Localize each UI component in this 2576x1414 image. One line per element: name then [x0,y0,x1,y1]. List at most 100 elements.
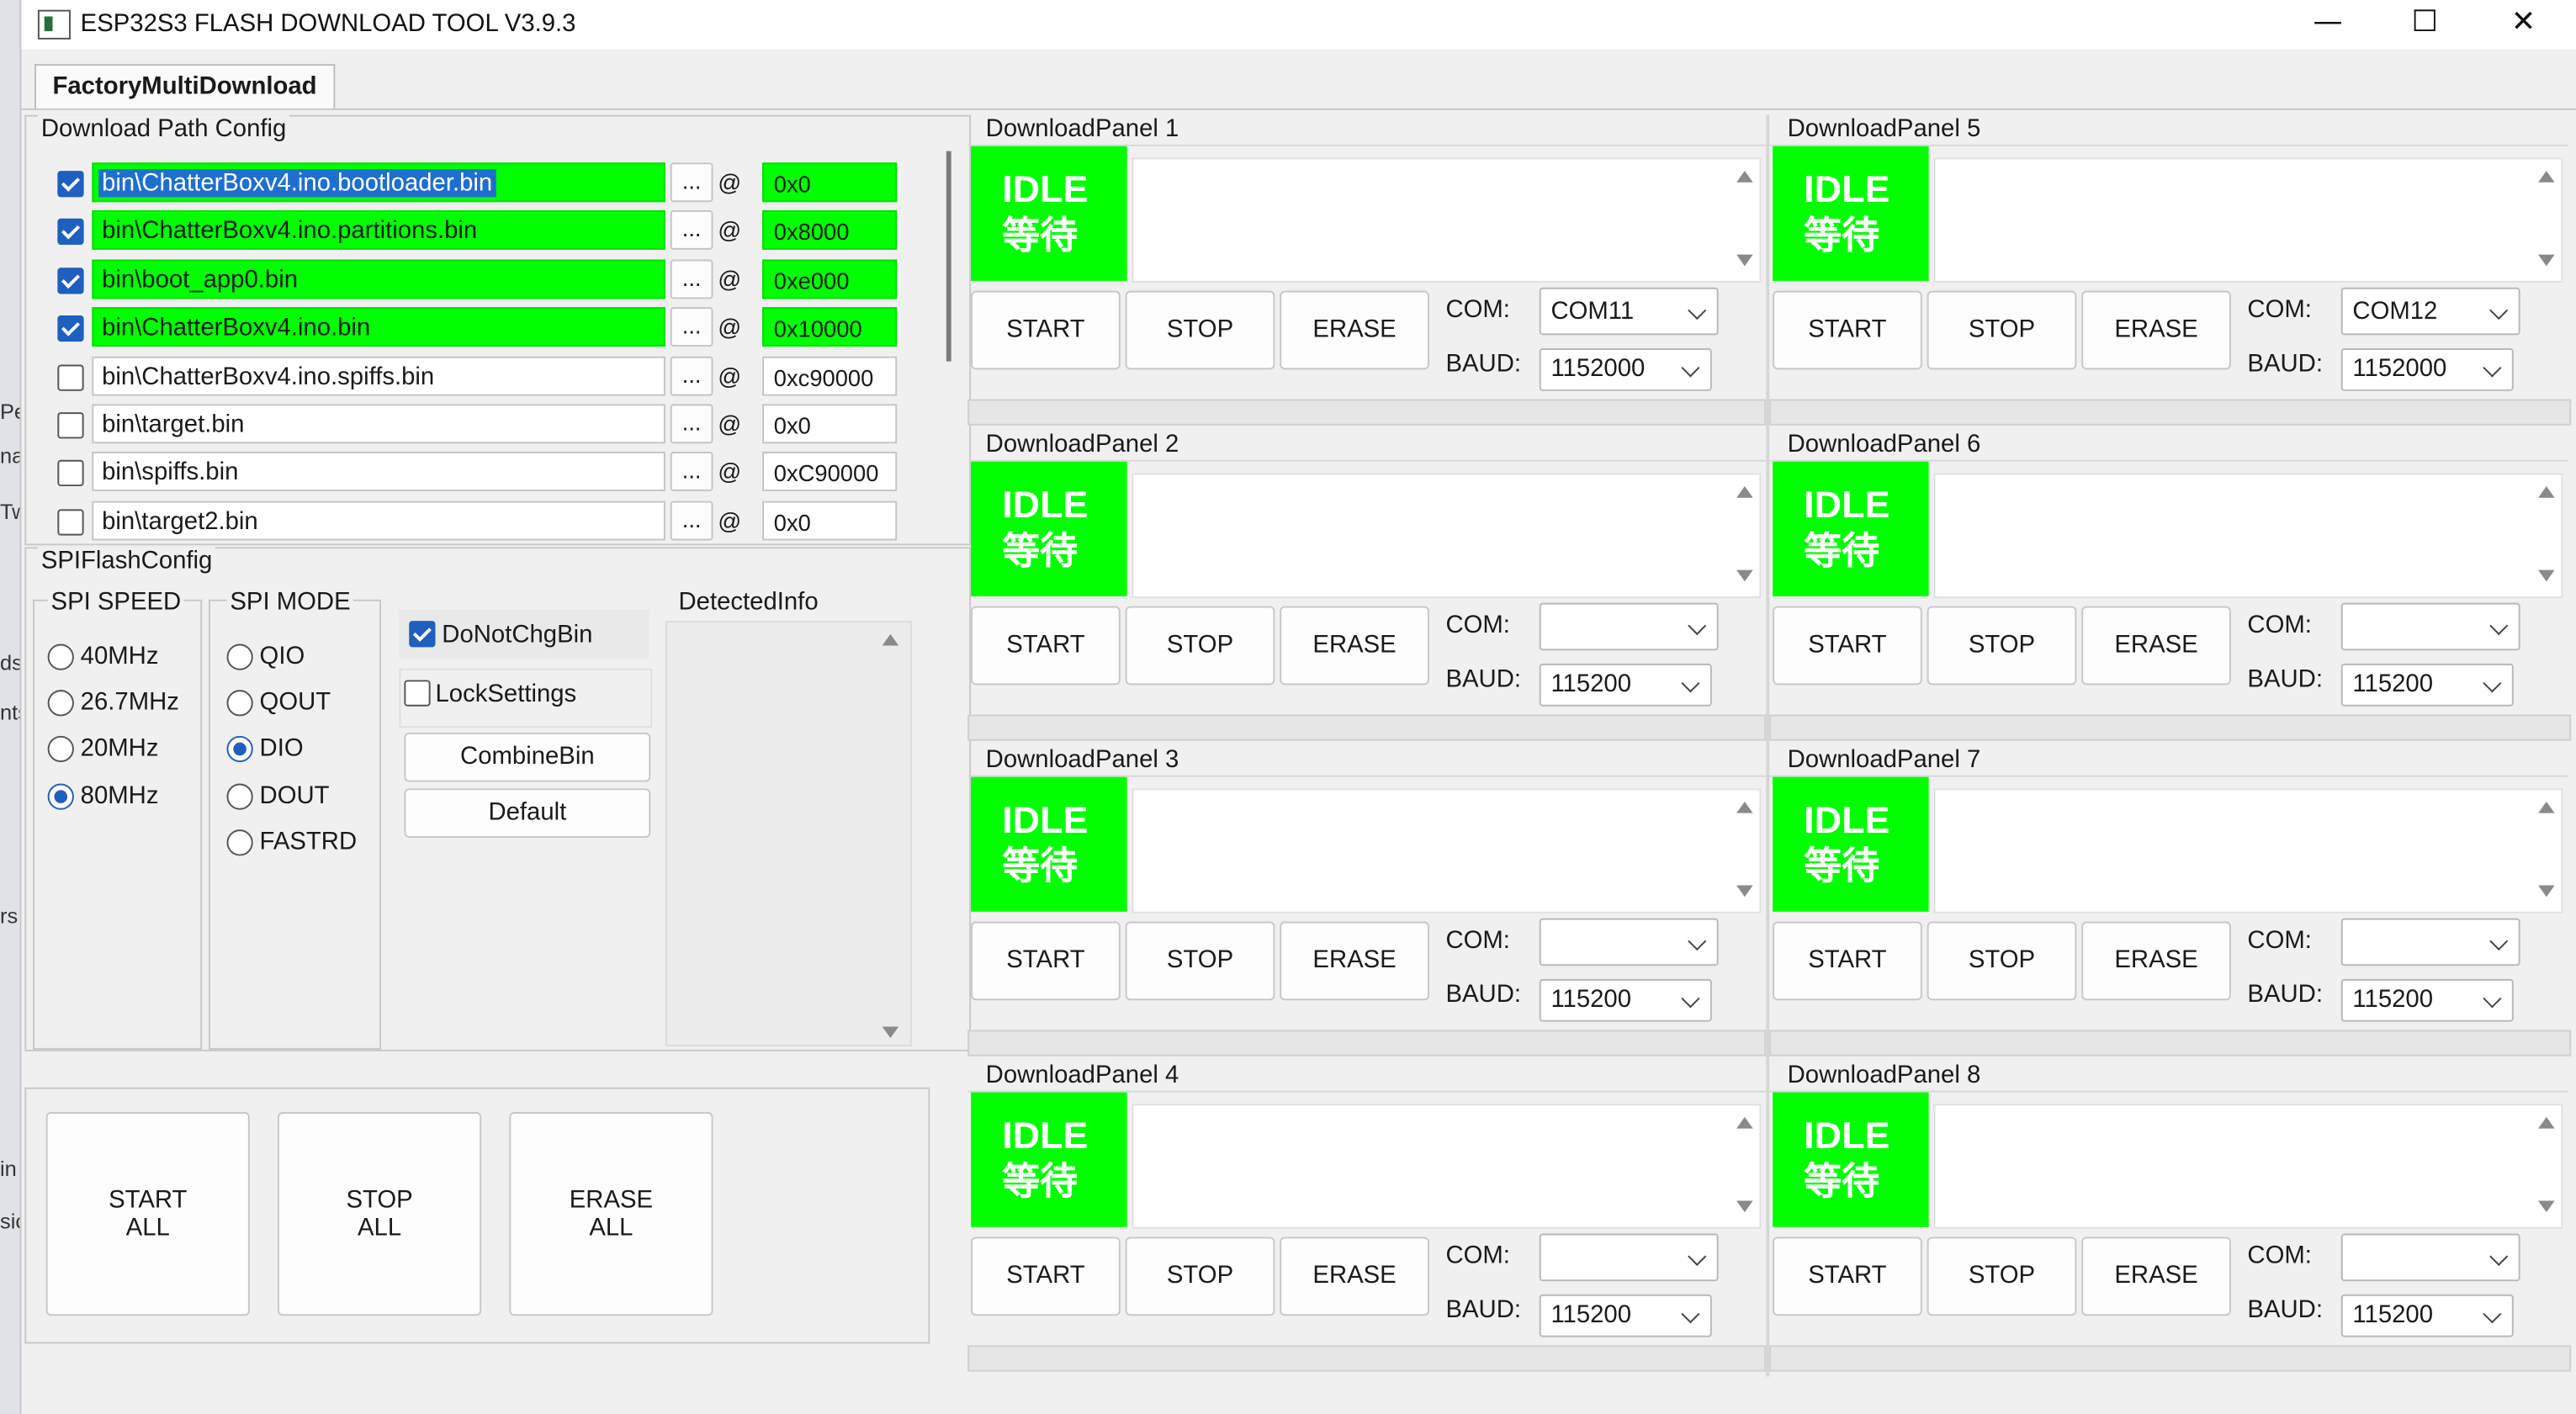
scroll-down-arrow-icon[interactable] [1736,569,1753,582]
panel-erase-button[interactable]: ERASE [1280,921,1429,1001]
baud-rate-select[interactable]: 115200 [2340,978,2514,1022]
address-input[interactable]: 0x8000 [762,210,898,251]
path-row-checkbox[interactable] [57,412,84,439]
start-all-button[interactable]: START ALL [45,1112,250,1316]
baud-rate-select[interactable]: 115200 [1539,1294,1712,1337]
address-input[interactable]: 0xe000 [762,259,898,299]
scroll-up-arrow-icon[interactable] [1736,1116,1753,1129]
path-input[interactable]: bin\ChatterBoxv4.ino.partitions.bin [92,210,665,251]
panel-log-box[interactable] [1933,1104,2563,1229]
panel-stop-button[interactable]: STOP [1125,921,1275,1001]
panel-start-button[interactable]: START [971,606,1121,686]
path-row-checkbox[interactable] [57,363,84,390]
baud-rate-select[interactable]: 115200 [1539,663,1712,707]
panel-start-button[interactable]: START [971,290,1121,370]
tab-factory-multi-download[interactable]: FactoryMultiDownload [34,64,336,110]
scroll-up-arrow-icon[interactable] [2538,171,2555,183]
panel-log-box[interactable] [1132,1104,1762,1229]
panel-erase-button[interactable]: ERASE [1280,606,1429,686]
scroll-up-arrow-icon[interactable] [1736,171,1753,183]
panel-stop-button[interactable]: STOP [1125,1237,1275,1316]
panel-log-scrollbar[interactable] [2535,801,2557,898]
panel-start-button[interactable]: START [1773,290,1922,370]
panel-erase-button[interactable]: ERASE [1280,1237,1429,1316]
path-row-checkbox[interactable] [57,219,84,246]
path-row-checkbox[interactable] [57,171,84,198]
combine-bin-button[interactable]: CombineBin [404,732,651,782]
browse-button[interactable]: ... [670,355,713,395]
spi-mode-radio[interactable] [226,643,253,670]
path-input[interactable]: bin\ChatterBoxv4.ino.bootloader.bin [92,162,665,203]
minimize-button[interactable]: — [2280,0,2375,50]
scroll-down-arrow-icon[interactable] [882,1026,899,1039]
scroll-down-arrow-icon[interactable] [2538,885,2555,898]
path-input[interactable]: bin\ChatterBoxv4.ino.spiffs.bin [92,355,665,395]
scroll-down-arrow-icon[interactable] [1736,885,1753,898]
maximize-button[interactable]: ☐ [2377,0,2473,50]
address-input[interactable]: 0x0 [762,162,898,203]
scroll-up-arrow-icon[interactable] [1736,486,1753,498]
panel-erase-button[interactable]: ERASE [1280,290,1429,370]
panel-log-box[interactable] [1132,788,1762,914]
path-row-checkbox[interactable] [57,315,84,342]
panel-stop-button[interactable]: STOP [1927,921,2077,1001]
default-button[interactable]: Default [404,788,651,838]
panel-erase-button[interactable]: ERASE [2081,606,2231,686]
baud-rate-select[interactable]: 115200 [1539,978,1712,1022]
scroll-down-arrow-icon[interactable] [1736,254,1753,267]
com-port-select[interactable] [1539,918,1719,966]
com-port-select[interactable] [1539,1233,1719,1282]
path-row-checkbox[interactable] [57,460,84,487]
panel-start-button[interactable]: START [1773,1237,1922,1316]
panel-log-scrollbar[interactable] [2535,486,2557,582]
panel-log-scrollbar[interactable] [1733,171,1756,267]
path-row-checkbox[interactable] [57,508,84,536]
panel-log-scrollbar[interactable] [2535,1116,2557,1213]
stop-all-button[interactable]: STOP ALL [278,1112,482,1316]
panel-start-button[interactable]: START [971,921,1121,1001]
address-input[interactable]: 0x0 [762,404,898,444]
scroll-up-arrow-icon[interactable] [2538,801,2555,813]
panel-erase-button[interactable]: ERASE [2081,1237,2231,1316]
baud-rate-select[interactable]: 1152000 [1539,347,1712,391]
spi-mode-radio[interactable] [226,829,253,856]
scroll-up-arrow-icon[interactable] [882,633,899,646]
panel-start-button[interactable]: START [1773,606,1922,686]
detected-info-scrollbar[interactable] [879,633,902,1039]
browse-button[interactable]: ... [670,259,713,299]
com-port-select[interactable] [1539,602,1719,651]
address-input[interactable]: 0xC90000 [762,452,898,492]
panel-stop-button[interactable]: STOP [1927,606,2077,686]
baud-rate-select[interactable]: 115200 [2340,1294,2514,1337]
do-not-chg-bin-checkbox[interactable] [409,621,436,648]
com-port-select[interactable]: COM11 [1539,287,1719,336]
com-port-select[interactable]: COM12 [2340,287,2520,336]
path-row-checkbox[interactable] [57,267,84,294]
panel-log-box[interactable] [1933,788,2563,914]
close-button[interactable]: ✕ [2476,0,2571,50]
address-input[interactable]: 0x0 [762,500,898,541]
panel-log-box[interactable] [1132,473,1762,598]
scroll-down-arrow-icon[interactable] [2538,569,2555,582]
path-input[interactable]: bin\target.bin [92,404,665,444]
panel-log-box[interactable] [1132,157,1762,283]
address-input[interactable]: 0x10000 [762,307,898,347]
panel-log-box[interactable] [1933,473,2563,598]
baud-rate-select[interactable]: 115200 [2340,663,2514,707]
path-list-scrollbar[interactable] [946,151,951,362]
baud-rate-select[interactable]: 1152000 [2340,347,2514,391]
spi-speed-radio[interactable] [47,782,74,809]
path-input[interactable]: bin\boot_app0.bin [92,259,665,299]
path-input[interactable]: bin\ChatterBoxv4.ino.bin [92,307,665,347]
panel-start-button[interactable]: START [1773,921,1922,1001]
panel-stop-button[interactable]: STOP [1927,290,2077,370]
panel-log-scrollbar[interactable] [2535,171,2557,267]
browse-button[interactable]: ... [670,162,713,203]
panel-stop-button[interactable]: STOP [1927,1237,2077,1316]
path-input[interactable]: bin\target2.bin [92,500,665,541]
spi-mode-radio[interactable] [226,782,253,809]
com-port-select[interactable] [2340,602,2520,651]
browse-button[interactable]: ... [670,210,713,251]
lock-settings-checkbox[interactable] [404,680,431,707]
panel-log-scrollbar[interactable] [1733,486,1756,582]
